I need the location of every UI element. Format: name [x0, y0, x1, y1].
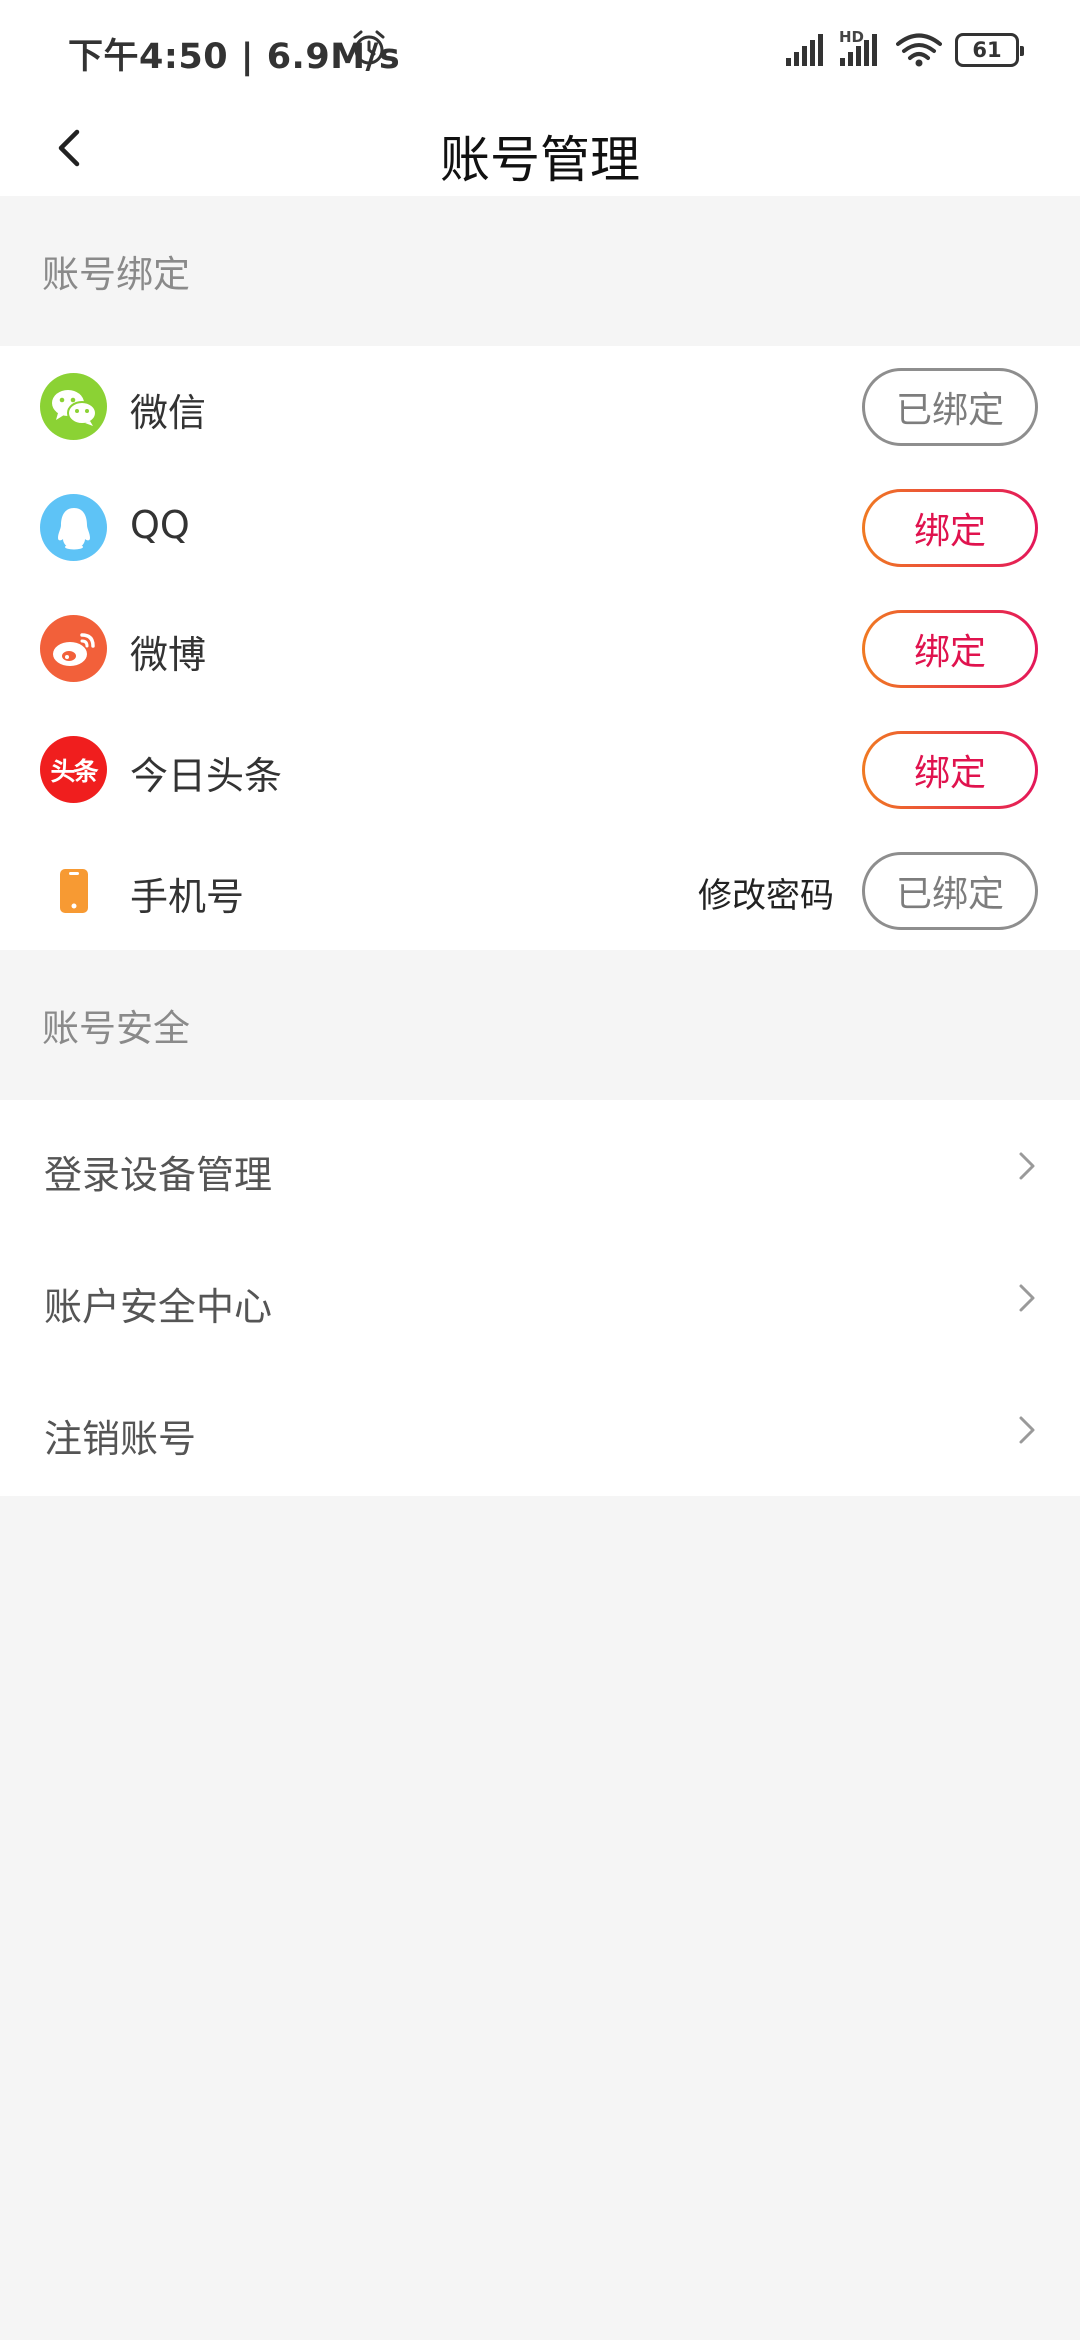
security-item-device-management[interactable]: 登录设备管理	[0, 1100, 1080, 1232]
section-title: 账号安全	[42, 1007, 190, 1050]
bind-label: QQ	[130, 503, 190, 547]
phone-icon	[40, 857, 107, 924]
cellular-signal-hd-icon	[840, 34, 877, 66]
security-item-label: 账户安全中心	[44, 1285, 273, 1329]
bind-row-phone: 手机号 修改密码 已绑定	[0, 830, 1080, 951]
section-header-security: 账号安全	[0, 950, 1080, 1100]
alarm-icon	[353, 30, 385, 65]
phone-bound-button[interactable]: 已绑定	[862, 852, 1038, 930]
bind-row-toutiao: 头条 今日头条 绑定	[0, 709, 1080, 830]
qq-bind-button[interactable]: 绑定	[862, 489, 1038, 567]
bind-label: 微博	[130, 633, 207, 677]
security-item-label: 注销账号	[44, 1417, 197, 1461]
title-bar: 账号管理	[0, 100, 1080, 196]
section-title: 账号绑定	[42, 253, 190, 296]
qq-penguin-icon	[40, 494, 107, 561]
binding-list: 微信 已绑定 QQ 绑定 微博 绑定 头条 今日头条 绑定 手机号 修改密码 已…	[0, 346, 1080, 950]
chevron-right-icon	[1019, 1284, 1035, 1312]
chevron-right-icon	[1019, 1416, 1035, 1444]
wechat-icon	[40, 373, 107, 440]
bind-row-wechat: 微信 已绑定	[0, 346, 1080, 467]
page-title: 账号管理	[440, 131, 640, 189]
bind-label: 微信	[130, 391, 207, 435]
security-item-delete-account[interactable]: 注销账号	[0, 1364, 1080, 1496]
change-password-link[interactable]: 修改密码	[698, 868, 834, 917]
battery-icon: 61	[955, 33, 1024, 67]
security-item-security-center[interactable]: 账户安全中心	[0, 1232, 1080, 1364]
bind-label: 手机号	[130, 875, 245, 919]
chevron-right-icon	[1019, 1152, 1035, 1180]
section-header-binding: 账号绑定	[0, 196, 1080, 346]
wechat-bound-button[interactable]: 已绑定	[862, 368, 1038, 446]
security-item-label: 登录设备管理	[44, 1153, 273, 1197]
security-list: 登录设备管理 账户安全中心 注销账号	[0, 1100, 1080, 1496]
wifi-icon	[896, 33, 942, 67]
battery-level: 61	[972, 38, 1002, 62]
weibo-icon	[40, 615, 107, 682]
toutiao-bind-button[interactable]: 绑定	[862, 731, 1038, 809]
toutiao-icon: 头条	[40, 736, 107, 803]
bind-row-qq: QQ 绑定	[0, 467, 1080, 588]
toutiao-icon-text: 头条	[50, 756, 98, 786]
weibo-bind-button[interactable]: 绑定	[862, 610, 1038, 688]
status-bar: 下午4:50 | 6.9M/s HD 61	[0, 0, 1080, 100]
cellular-signal-icon	[786, 34, 823, 66]
bind-label: 今日头条	[130, 754, 283, 798]
bind-row-weibo: 微博 绑定	[0, 588, 1080, 709]
